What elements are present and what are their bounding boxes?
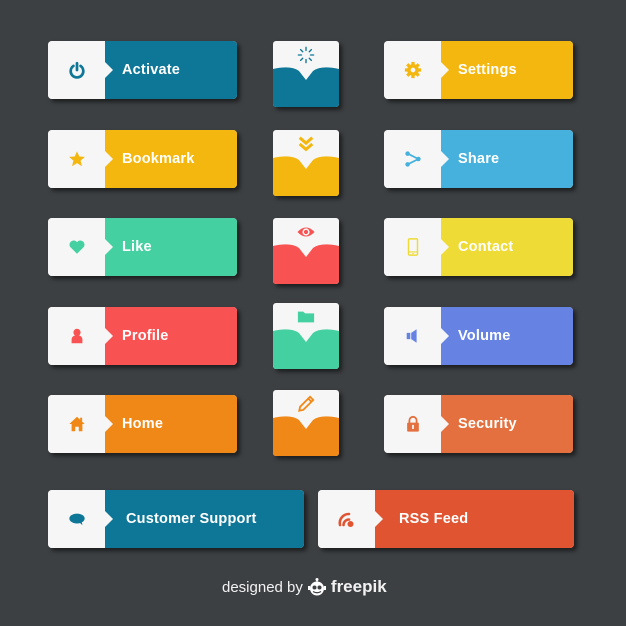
eye-icon xyxy=(297,227,315,237)
folder-icon xyxy=(297,311,315,323)
download-square-button[interactable] xyxy=(273,130,339,196)
settings-button[interactable]: Settings xyxy=(384,41,573,99)
settings-label: Settings xyxy=(441,41,573,99)
security-label: Security xyxy=(441,395,573,453)
chat-bubble-icon xyxy=(68,513,85,526)
share-label: Share xyxy=(441,130,573,188)
double-chevron-down-icon xyxy=(298,136,314,152)
rss-feed-label: RSS Feed xyxy=(375,490,574,548)
lock-icon xyxy=(406,415,419,432)
activate-button[interactable]: Activate xyxy=(48,41,237,99)
footer-prefix: designed by xyxy=(222,578,303,596)
power-icon xyxy=(68,61,85,79)
phone-icon xyxy=(407,238,418,256)
speaker-icon xyxy=(406,329,417,343)
profile-button[interactable]: Profile xyxy=(48,307,237,365)
loading-spinner-icon xyxy=(297,46,315,64)
like-button[interactable]: Like xyxy=(48,218,237,276)
footer-credit: designed by freepik xyxy=(222,577,387,597)
customer-support-label: Customer Support xyxy=(105,490,304,548)
pencil-icon xyxy=(298,395,315,412)
customer-support-button[interactable]: Customer Support xyxy=(48,490,304,548)
security-button[interactable]: Security xyxy=(384,395,573,453)
home-label: Home xyxy=(105,395,237,453)
gear-icon xyxy=(404,61,421,79)
bookmark-label: Bookmark xyxy=(105,130,237,188)
bookmark-button[interactable]: Bookmark xyxy=(48,130,237,188)
share-button[interactable]: Share xyxy=(384,130,573,188)
footer-brand: freepik xyxy=(330,577,387,596)
view-square-button[interactable] xyxy=(273,218,339,284)
freepik-logo-icon xyxy=(307,578,326,596)
home-button[interactable]: Home xyxy=(48,395,237,453)
user-icon xyxy=(71,328,82,344)
contact-button[interactable]: Contact xyxy=(384,218,573,276)
heart-icon xyxy=(68,240,85,254)
profile-label: Profile xyxy=(105,307,237,365)
activate-label: Activate xyxy=(105,41,237,99)
volume-button[interactable]: Volume xyxy=(384,307,573,365)
contact-label: Contact xyxy=(441,218,573,276)
rss-icon xyxy=(337,512,353,527)
star-icon xyxy=(68,151,85,167)
home-icon xyxy=(68,416,85,432)
loading-square-button[interactable] xyxy=(273,41,339,107)
like-label: Like xyxy=(105,218,237,276)
edit-square-button[interactable] xyxy=(273,390,339,456)
volume-label: Volume xyxy=(441,307,573,365)
rss-feed-button[interactable]: RSS Feed xyxy=(318,490,574,548)
folder-square-button[interactable] xyxy=(273,303,339,369)
share-icon xyxy=(404,151,421,167)
